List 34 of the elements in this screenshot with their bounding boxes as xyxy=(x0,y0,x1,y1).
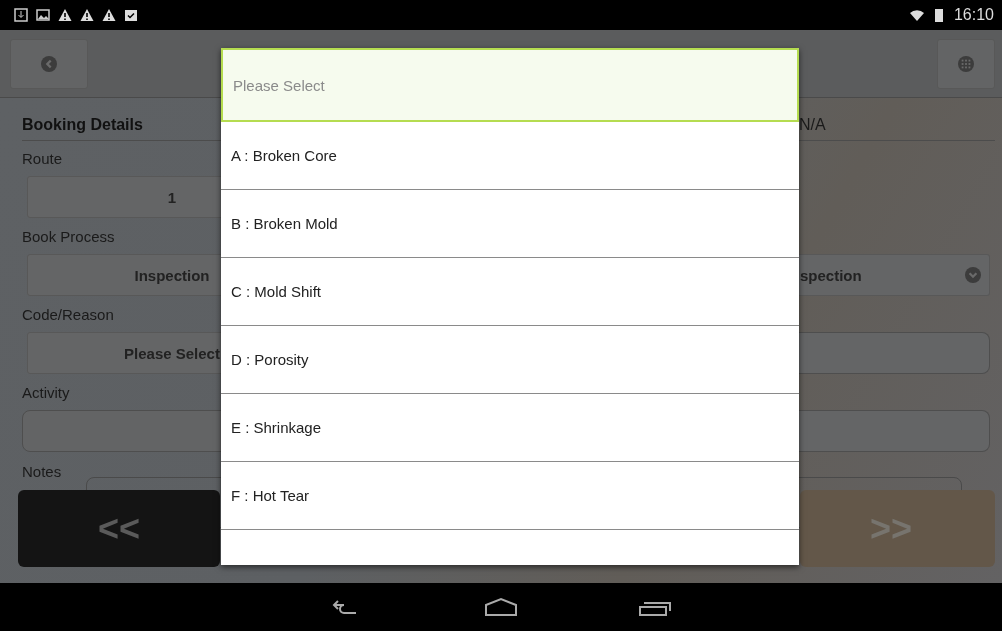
clock-time: 16:10 xyxy=(953,6,994,24)
download-notification-icon xyxy=(14,8,28,22)
field-label: Code/Reason xyxy=(22,306,114,323)
dropdown-chevron-icon xyxy=(965,267,981,283)
dropdown-option[interactable]: A : Broken Core xyxy=(221,122,799,190)
warning-icon xyxy=(58,8,72,22)
select-field[interactable]: spection xyxy=(799,254,990,296)
dropdown-option[interactable]: B : Broken Mold xyxy=(221,190,799,258)
home-icon xyxy=(484,597,518,617)
dropdown-option[interactable]: E : Shrinkage xyxy=(221,394,799,462)
grid-icon xyxy=(958,55,974,72)
dropdown-option[interactable] xyxy=(221,530,799,565)
field-label: Activity xyxy=(22,384,70,401)
warning-icon xyxy=(80,8,94,22)
field-label: Notes xyxy=(22,463,63,480)
field-label: Book Process xyxy=(22,228,115,245)
menu-button[interactable] xyxy=(937,38,995,89)
back-chevron-icon xyxy=(41,55,57,72)
section-heading: Booking Details xyxy=(22,116,143,134)
back-button[interactable] xyxy=(10,38,88,89)
image-notification-icon xyxy=(36,8,50,22)
dropdown-option[interactable]: Please Select xyxy=(221,48,799,122)
previous-button[interactable]: << xyxy=(18,490,220,567)
select-value: spection xyxy=(800,266,863,284)
dropdown-option[interactable]: C : Mold Shift xyxy=(221,258,799,326)
warning-icon xyxy=(102,8,116,22)
dropdown-option[interactable]: F : Hot Tear xyxy=(221,462,799,530)
dropdown-option[interactable]: D : Porosity xyxy=(221,326,799,394)
wifi-icon xyxy=(909,8,924,22)
clipboard-check-icon xyxy=(124,8,138,22)
input-field[interactable] xyxy=(799,410,990,452)
input-field[interactable] xyxy=(799,332,990,374)
field-label: Route xyxy=(22,150,63,167)
heading-value: N/A xyxy=(799,116,827,134)
